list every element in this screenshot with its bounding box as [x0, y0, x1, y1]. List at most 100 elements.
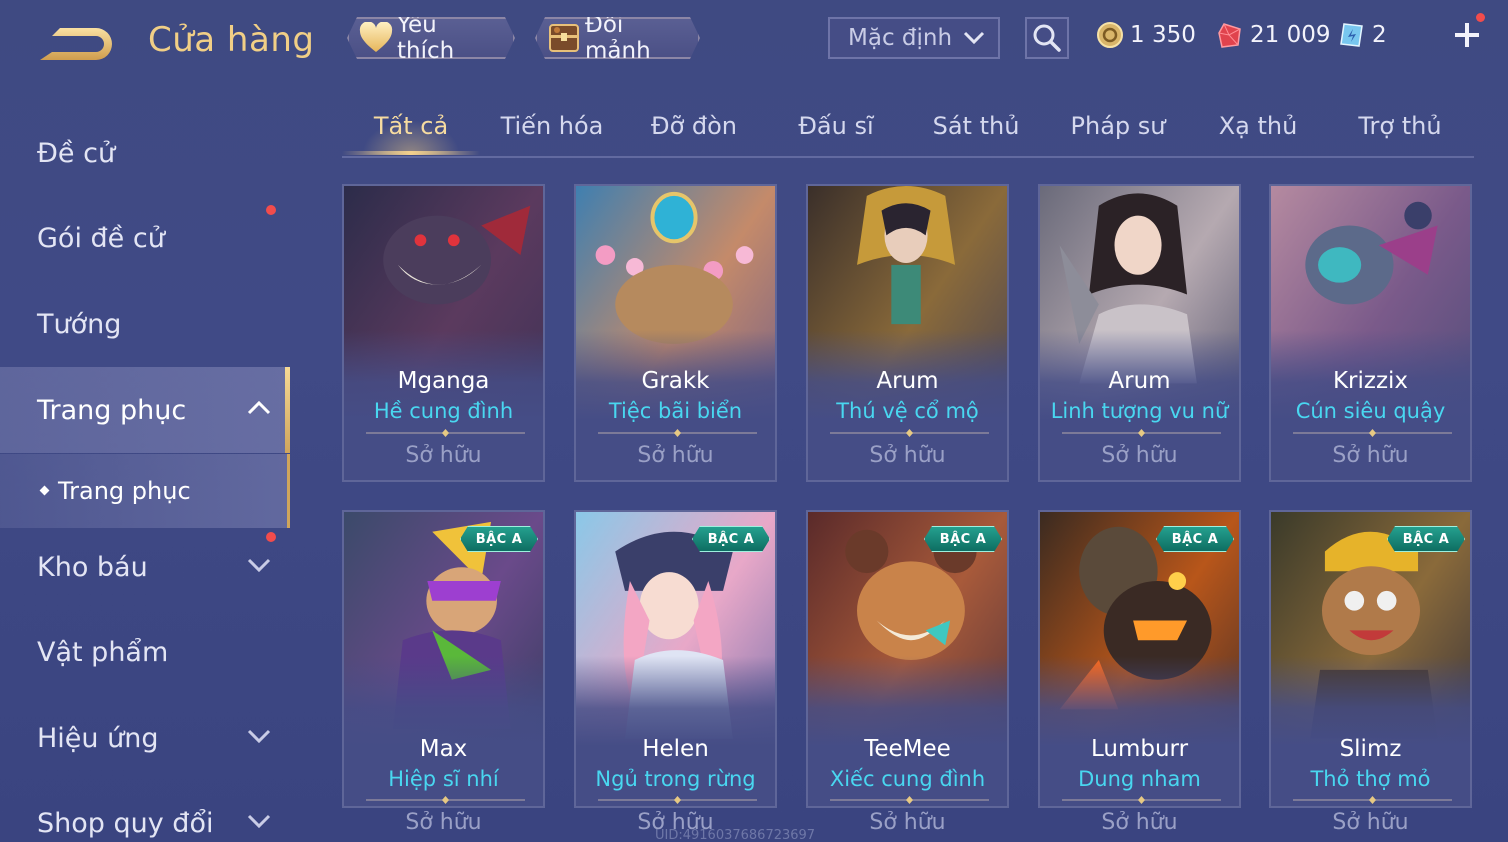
skin-name: Xiếc cung đình — [829, 767, 986, 791]
sidebar-item-recommended-bundles[interactable]: Gói đề cử — [0, 195, 290, 281]
divider — [598, 796, 757, 804]
gold-amount: 1 350 — [1130, 22, 1196, 48]
back-arrow-icon — [40, 28, 112, 60]
sidebar-subitem-skins[interactable]: Trang phục — [0, 454, 290, 528]
chevron-down-icon — [247, 814, 271, 829]
gold-coin-icon — [1097, 22, 1123, 48]
plus-icon[interactable] — [1452, 20, 1482, 50]
skin-name: Thỏ thợ mỏ — [1310, 767, 1431, 791]
divider — [1062, 796, 1221, 804]
search-icon — [1033, 24, 1061, 52]
skin-name: Ngủ trong rừng — [595, 767, 756, 791]
skin-card[interactable]: BẬC A TeeMee Xiếc cung đình — [806, 510, 1009, 808]
category-tabs: Tất cả Tiến hóa Đỡ đòn Đấu sĩ Sát thủ Ph… — [342, 100, 1474, 158]
divider — [1293, 796, 1452, 804]
sidebar-item-label: Kho báu — [37, 551, 148, 583]
sidebar-item-label: Shop quy đổi — [37, 807, 214, 839]
tab-marksman[interactable]: Xạ thủ — [1188, 112, 1328, 156]
skin-card[interactable]: Arum Thú vệ cổ mộ Sở hữu — [806, 184, 1009, 482]
sidebar-item-effects[interactable]: Hiệu ứng — [0, 695, 290, 781]
hero-name: Max — [419, 736, 468, 762]
owned-status: Sở hữu — [1332, 443, 1409, 468]
skin-name: Cún siêu quậy — [1295, 399, 1446, 423]
sidebar-item-label: Đề cử — [37, 137, 116, 169]
divider — [598, 429, 757, 437]
hero-name: Lumburr — [1090, 736, 1189, 762]
owned-status: Sở hữu — [1101, 443, 1178, 468]
tab-evolution[interactable]: Tiến hóa — [482, 112, 622, 156]
chevron-down-icon — [247, 558, 271, 573]
divider — [1293, 429, 1452, 437]
skin-card[interactable]: Mganga Hề cung đình Sở hữu — [342, 184, 545, 482]
hero-name: Arum — [1108, 368, 1171, 394]
gold-balance: 1 350 — [1096, 20, 1196, 50]
skin-card[interactable]: BẬC A Slimz Thỏ thợ mỏ — [1269, 510, 1472, 808]
tab-support[interactable]: Trợ thủ — [1330, 112, 1470, 156]
hero-name: TeeMee — [864, 736, 951, 762]
active-tab-underline — [342, 151, 480, 155]
sidebar-item-items[interactable]: Vật phẩm — [0, 609, 290, 695]
hero-name: Arum — [876, 368, 939, 394]
hero-name: Grakk — [641, 368, 710, 394]
hero-name: Slimz — [1339, 736, 1402, 762]
sidebar: Đề cử Gói đề cử Tướng Trang phục Trang p… — [0, 100, 290, 842]
hero-name: Helen — [642, 736, 709, 762]
voucher-card-icon — [1340, 23, 1363, 47]
owned-status: Sở hữu — [637, 443, 714, 468]
sidebar-item-label: Gói đề cử — [37, 222, 165, 254]
tab-assassin[interactable]: Sát thủ — [906, 112, 1046, 156]
owned-status: Sở hữu — [1101, 810, 1178, 835]
search-button[interactable] — [1025, 17, 1069, 59]
top-bar: Cửa hàng Yêu thích Đổi mảnh Mặc định 1 3… — [0, 0, 1508, 80]
sidebar-item-recommended[interactable]: Đề cử — [0, 110, 290, 196]
skin-name: Hề cung đình — [373, 399, 514, 423]
divider — [366, 429, 525, 437]
tab-fighter[interactable]: Đấu sĩ — [766, 112, 906, 156]
skin-card[interactable]: Krizzix Cún siêu quậy Sở hữu — [1269, 184, 1472, 482]
sidebar-item-label: Hiệu ứng — [37, 722, 159, 754]
ruby-balance: 21 009 — [1216, 20, 1330, 50]
uid-watermark: UID:4916037686723697 — [655, 828, 816, 842]
tab-mage[interactable]: Pháp sư — [1048, 112, 1188, 156]
skin-card[interactable]: BẬC A Lumburr Dung nham — [1038, 510, 1241, 808]
ruby-amount: 21 009 — [1250, 22, 1331, 48]
tab-tank[interactable]: Đỡ đòn — [624, 112, 764, 156]
skin-name: Thú vệ cổ mộ — [836, 399, 979, 423]
ruby-gem-icon — [1218, 23, 1241, 48]
owned-status: Sở hữu — [869, 443, 946, 468]
owned-status: Sở hữu — [405, 810, 482, 835]
sort-value: Mặc định — [848, 25, 953, 51]
sidebar-item-label: Tướng — [37, 308, 122, 340]
tier-badge: BẬC A — [460, 526, 538, 552]
hero-name: Mganga — [397, 368, 490, 394]
divider — [830, 429, 989, 437]
favorites-button[interactable]: Yêu thích — [347, 17, 515, 59]
tab-all[interactable]: Tất cả — [342, 112, 480, 156]
voucher-amount: 2 — [1372, 22, 1387, 48]
sidebar-item-label: Vật phẩm — [37, 636, 169, 668]
skin-name: Hiệp sĩ nhí — [388, 767, 499, 791]
sidebar-item-skins[interactable]: Trang phục — [0, 367, 290, 453]
skin-card[interactable]: Grakk Tiệc bãi biển Sở hữu — [574, 184, 777, 482]
tier-badge: BẬC A — [1387, 526, 1465, 552]
sort-dropdown[interactable]: Mặc định — [828, 17, 1000, 59]
notification-dot — [266, 205, 276, 215]
chevron-down-icon — [963, 31, 985, 45]
skin-card[interactable]: BẬC A Max Hiệp sĩ nhí — [342, 510, 545, 808]
sidebar-item-exchange-shop[interactable]: Shop quy đổi — [0, 780, 290, 842]
tier-badge: BẬC A — [1156, 526, 1234, 552]
skin-card[interactable]: BẬC A Helen Ngủ trong rừng — [574, 510, 777, 808]
back-button[interactable] — [38, 22, 116, 64]
voucher-balance: 2 — [1338, 20, 1387, 50]
sidebar-item-treasure[interactable]: Kho báu — [0, 524, 290, 610]
tier-badge: BẬC A — [692, 526, 770, 552]
owned-status: Sở hữu — [405, 443, 482, 468]
chevron-up-icon — [247, 400, 271, 415]
notification-dot — [1476, 13, 1485, 22]
exchange-shards-button[interactable]: Đổi mảnh — [535, 17, 700, 59]
skin-card[interactable]: Arum Linh tượng vu nữ Sở hữu — [1038, 184, 1241, 482]
divider — [1062, 429, 1221, 437]
owned-status: Sở hữu — [869, 810, 946, 835]
notification-dot — [266, 532, 276, 542]
sidebar-item-heroes[interactable]: Tướng — [0, 281, 290, 367]
